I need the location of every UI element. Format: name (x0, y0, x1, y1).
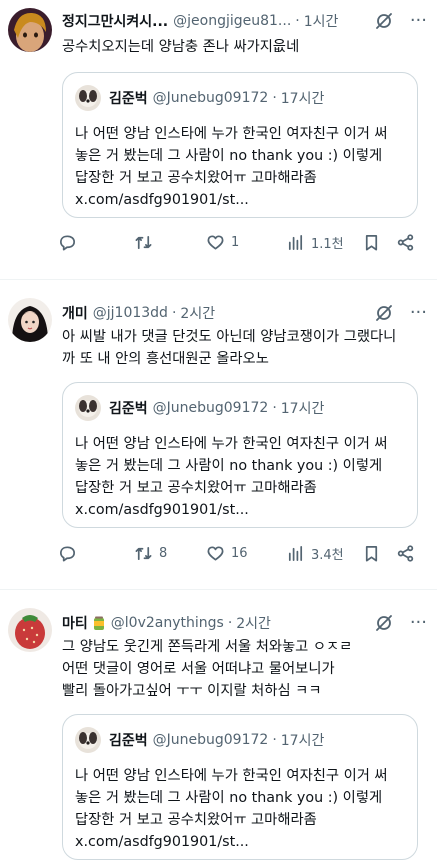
separator-dot: · (272, 400, 277, 416)
grok-icon[interactable] (374, 11, 394, 31)
user-handle[interactable]: @l0v2anythings (111, 615, 224, 631)
views-icon (288, 234, 303, 250)
separator-dot: · (227, 615, 233, 631)
grok-icon[interactable] (374, 303, 394, 323)
quote-display-name: 김준벅 (109, 733, 148, 749)
display-name[interactable]: 개미 (62, 303, 88, 323)
action-bar: 8 16 3.4천 (58, 542, 423, 564)
user-handle[interactable]: @jj1013dd (93, 305, 168, 321)
share-icon (397, 233, 414, 251)
quote-user-handle: @Junebug09172 (152, 400, 269, 416)
quote-tweet[interactable]: 김준벅 @Junebug09172 · 17시간 나 어떤 양남 인스타에 누가… (62, 72, 418, 218)
tweet-text: 아 씨발 내가 댓글 단것도 아닌데 양남코쟁이가 그랬다니 까 또 내 안의 … (62, 329, 397, 367)
like-icon (207, 234, 224, 250)
quote-display-name: 김준벅 (109, 91, 148, 107)
views-icon (288, 545, 303, 561)
user-handle[interactable]: @jeongjigeu81... (173, 13, 291, 29)
bookmark-icon (365, 234, 378, 250)
quote-avatar (75, 727, 101, 753)
display-name[interactable]: 정지그만시켜시... (62, 11, 168, 31)
separator-dot: · (272, 732, 277, 748)
more-icon[interactable]: ··· (410, 614, 427, 632)
quote-tweet[interactable]: 김준벅 @Junebug09172 · 17시간 나 어떤 양남 인스타에 누가… (62, 382, 418, 528)
like-button[interactable]: 1 (206, 233, 239, 252)
retweet-button[interactable] (134, 233, 159, 252)
reply-icon (59, 545, 76, 561)
views-button[interactable]: 1.1천 (286, 233, 344, 252)
quote-timestamp: 17시간 (280, 401, 325, 417)
quote-text: 나 어떤 양남 인스타에 누가 한국인 여자친구 이거 써 놓은 거 봤는데 그… (75, 126, 388, 208)
quote-tweet[interactable]: 김준벅 @Junebug09172 · 17시간 나 어떤 양남 인스타에 누가… (62, 714, 418, 860)
quote-avatar (75, 395, 101, 421)
share-icon (397, 544, 414, 562)
bookmark-icon (365, 545, 378, 561)
separator-dot: · (272, 90, 277, 106)
share-button[interactable] (396, 233, 415, 252)
avatar[interactable] (8, 608, 52, 652)
quote-user-handle: @Junebug09172 (152, 732, 269, 748)
retweet-icon (135, 235, 152, 249)
action-bar: 1 1.1천 (58, 231, 423, 253)
tweet[interactable]: 마티 @l0v2anythings · 2시간 ··· 그 양남도 웃긴게 쫀득… (0, 590, 437, 868)
avatar[interactable] (8, 8, 52, 52)
like-count: 16 (231, 545, 248, 561)
bookmark-button[interactable] (362, 544, 381, 563)
tweet[interactable]: 개미 @jj1013dd · 2시간 ··· 아 씨발 내가 댓글 단것도 아닌… (0, 280, 437, 590)
quote-text: 나 어떤 양남 인스타에 누가 한국인 여자친구 이거 써 놓은 거 봤는데 그… (75, 436, 388, 518)
quote-display-name: 김준벅 (109, 401, 148, 417)
tweet-text: 그 양남도 웃긴게 쫀득라게 서울 처와놓고 ㅇㅈㄹ 어떤 댓글이 영어로 서울… (62, 639, 353, 699)
share-button[interactable] (396, 544, 415, 563)
cup-emoji-icon (93, 616, 104, 630)
reply-button[interactable] (58, 544, 83, 563)
retweet-icon (135, 546, 152, 560)
retweet-count: 8 (159, 545, 168, 561)
more-icon[interactable]: ··· (410, 304, 427, 322)
tweet-text: 공수치오지는데 양남충 존나 싸가지읎네 (62, 39, 300, 55)
tweet[interactable]: 정지그만시켜시... @jeongjigeu81... · 1시간 ··· 공수… (0, 0, 437, 280)
retweet-button[interactable]: 8 (134, 544, 167, 563)
quote-avatar (75, 85, 101, 111)
separator-dot: · (171, 305, 177, 321)
display-name[interactable]: 마티 (62, 613, 88, 633)
timestamp[interactable]: 1시간 (304, 11, 339, 31)
quote-timestamp: 17시간 (280, 733, 325, 749)
avatar[interactable] (8, 298, 52, 342)
timestamp[interactable]: 2시간 (180, 303, 215, 323)
timestamp[interactable]: 2시간 (236, 613, 271, 633)
reply-button[interactable] (58, 233, 83, 252)
like-button[interactable]: 16 (206, 544, 248, 563)
timeline-feed: 정지그만시켜시... @jeongjigeu81... · 1시간 ··· 공수… (0, 0, 437, 868)
like-icon (207, 545, 224, 561)
reply-icon (59, 234, 76, 250)
quote-user-handle: @Junebug09172 (152, 90, 269, 106)
more-icon[interactable]: ··· (410, 12, 427, 30)
quote-text: 나 어떤 양남 인스타에 누가 한국인 여자친구 이거 써 놓은 거 봤는데 그… (75, 768, 388, 850)
views-button[interactable]: 3.4천 (286, 544, 344, 563)
bookmark-button[interactable] (362, 233, 381, 252)
view-count: 1.1천 (311, 236, 344, 252)
quote-timestamp: 17시간 (280, 91, 325, 107)
like-count: 1 (231, 234, 240, 250)
separator-dot: · (295, 13, 300, 29)
view-count: 3.4천 (311, 547, 344, 563)
grok-icon[interactable] (374, 613, 394, 633)
